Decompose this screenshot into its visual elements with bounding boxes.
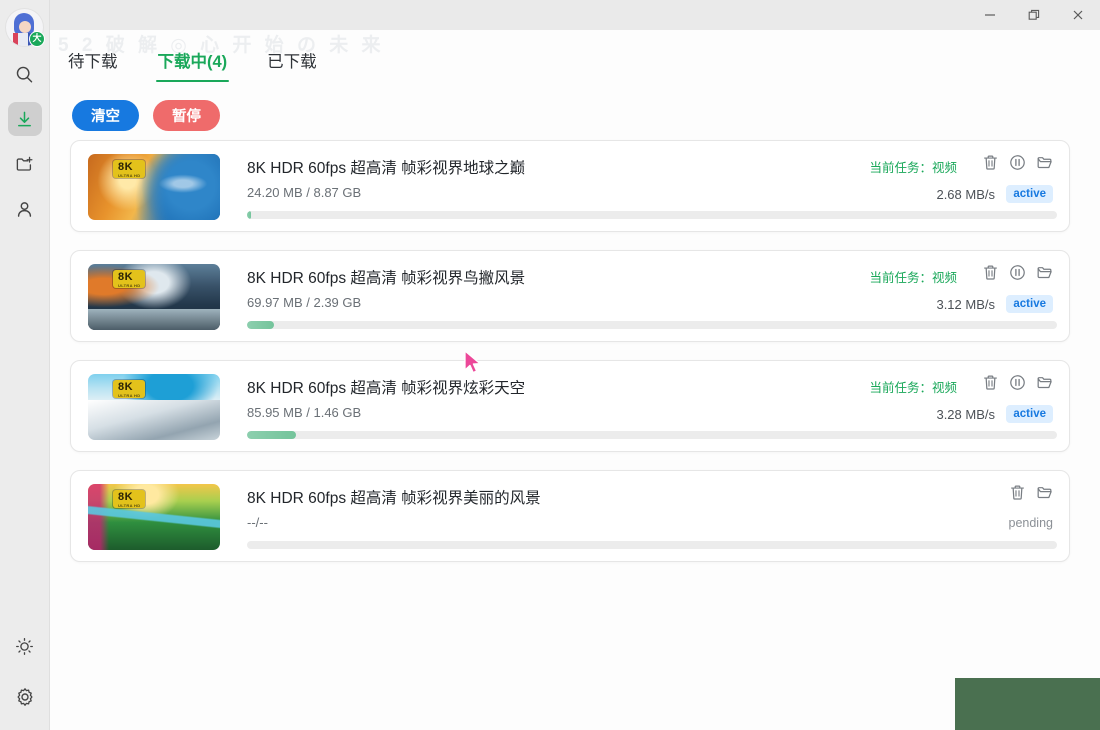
download-speed: 3.28 MB/s [936, 407, 995, 422]
progress-fill [247, 211, 251, 219]
tab-bar: 待下载 下载中(4) 已下载 [66, 44, 355, 82]
green-overlay-rect [955, 678, 1100, 730]
sidebar-item-account[interactable] [8, 192, 42, 226]
current-task-label: 当前任务：视频 [869, 271, 957, 285]
resolution-badge: 8K ULTRA HD [113, 490, 146, 508]
progress-bar [247, 321, 1057, 329]
video-thumbnail: 8K ULTRA HD [88, 374, 220, 440]
clear-button[interactable]: 清空 [72, 100, 139, 131]
pause-icon[interactable] [1009, 154, 1026, 171]
tab-pending[interactable]: 待下载 [66, 44, 120, 82]
download-title: 8K HDR 60fps 超高清 帧彩视界美丽的风景 [247, 490, 541, 507]
avatar[interactable]: 大 [6, 9, 45, 47]
open-folder-icon[interactable] [1036, 154, 1053, 171]
tab-downloading[interactable]: 下载中(4) [155, 44, 230, 82]
download-list: 8K ULTRA HD 8K HDR 60fps 超高清 帧彩视界地球之巅 24.20… [70, 140, 1070, 580]
action-bar: 清空 暂停 [72, 100, 220, 131]
download-item[interactable]: 8K ULTRA HD 8K HDR 60fps 超高清 帧彩视界美丽的风景 --/-… [70, 470, 1070, 562]
download-size: 69.97 MB / 2.39 GB [247, 295, 362, 310]
sidebar-item-settings[interactable] [8, 680, 42, 714]
delete-icon[interactable] [982, 264, 999, 281]
restore-button[interactable] [1012, 0, 1056, 30]
sidebar-item-new-task[interactable] [8, 147, 42, 181]
sidebar-item-downloads[interactable] [7, 102, 42, 136]
video-thumbnail: 8K ULTRA HD [88, 264, 220, 330]
download-item[interactable]: 8K ULTRA HD 8K HDR 60fps 超高清 帧彩视界炫彩天空 85.95… [70, 360, 1070, 452]
gear-icon [15, 687, 35, 707]
progress-fill [247, 431, 297, 439]
current-task-label: 当前任务：视频 [869, 161, 957, 175]
video-thumbnail: 8K ULTRA HD [88, 154, 220, 220]
sidebar-item-search[interactable] [8, 57, 42, 91]
current-task-label: 当前任务：视频 [869, 381, 957, 395]
item-action-icons [1009, 484, 1053, 501]
delete-icon[interactable] [982, 374, 999, 391]
close-button[interactable] [1056, 0, 1100, 30]
status-badge: active [1006, 295, 1053, 313]
mouse-cursor [464, 350, 484, 381]
download-title: 8K HDR 60fps 超高清 帧彩视界鸟撇风景 [247, 270, 526, 287]
brightness-icon [15, 637, 34, 656]
video-thumbnail: 8K ULTRA HD [88, 484, 220, 550]
progress-fill [247, 321, 274, 329]
resolution-badge: 8K ULTRA HD [113, 270, 146, 288]
pause-icon[interactable] [1009, 264, 1026, 281]
status-badge: active [1006, 405, 1053, 423]
progress-bar [247, 211, 1057, 219]
download-title: 8K HDR 60fps 超高清 帧彩视界地球之巅 [247, 160, 526, 177]
status-badge: active [1006, 185, 1053, 203]
item-action-icons [982, 264, 1053, 281]
title-bar [0, 0, 1100, 30]
add-folder-icon [15, 155, 34, 174]
download-size: 24.20 MB / 8.87 GB [247, 185, 362, 200]
main-content: 5 2 破 解 ◎ 心 开 始 の 未 来 5 2 破 解 ◎ 心 开 始 の … [50, 30, 1100, 730]
open-folder-icon[interactable] [1036, 264, 1053, 281]
pause-icon[interactable] [1009, 374, 1026, 391]
download-item[interactable]: 8K ULTRA HD 8K HDR 60fps 超高清 帧彩视界鸟撇风景 69.97… [70, 250, 1070, 342]
download-icon [15, 110, 34, 129]
download-item[interactable]: 8K ULTRA HD 8K HDR 60fps 超高清 帧彩视界地球之巅 24.20… [70, 140, 1070, 232]
person-icon [15, 200, 34, 219]
open-folder-icon[interactable] [1036, 374, 1053, 391]
download-speed: 2.68 MB/s [936, 187, 995, 202]
status-badge: pending [1008, 516, 1054, 530]
download-size: 85.95 MB / 1.46 GB [247, 405, 362, 420]
avatar-badge: 大 [29, 31, 45, 47]
resolution-badge: 8K ULTRA HD [113, 160, 146, 178]
delete-icon[interactable] [1009, 484, 1026, 501]
download-size: --/-- [247, 515, 268, 530]
delete-icon[interactable] [982, 154, 999, 171]
sidebar: 大 [0, 0, 50, 730]
tab-downloaded[interactable]: 已下载 [265, 44, 319, 82]
resolution-badge: 8K ULTRA HD [113, 380, 146, 398]
item-action-icons [982, 374, 1053, 391]
minimize-button[interactable] [968, 0, 1012, 30]
progress-bar [247, 431, 1057, 439]
sidebar-item-theme[interactable] [8, 629, 42, 663]
download-speed: 3.12 MB/s [936, 297, 995, 312]
progress-bar [247, 541, 1057, 549]
open-folder-icon[interactable] [1036, 484, 1053, 501]
item-action-icons [982, 154, 1053, 171]
app-window: 大 5 2 破 解 ◎ 心 开 始 の 未 来 待下载 下载中(4) 已下载 清… [0, 0, 1100, 730]
search-icon [15, 65, 34, 84]
pause-all-button[interactable]: 暂停 [153, 100, 220, 131]
